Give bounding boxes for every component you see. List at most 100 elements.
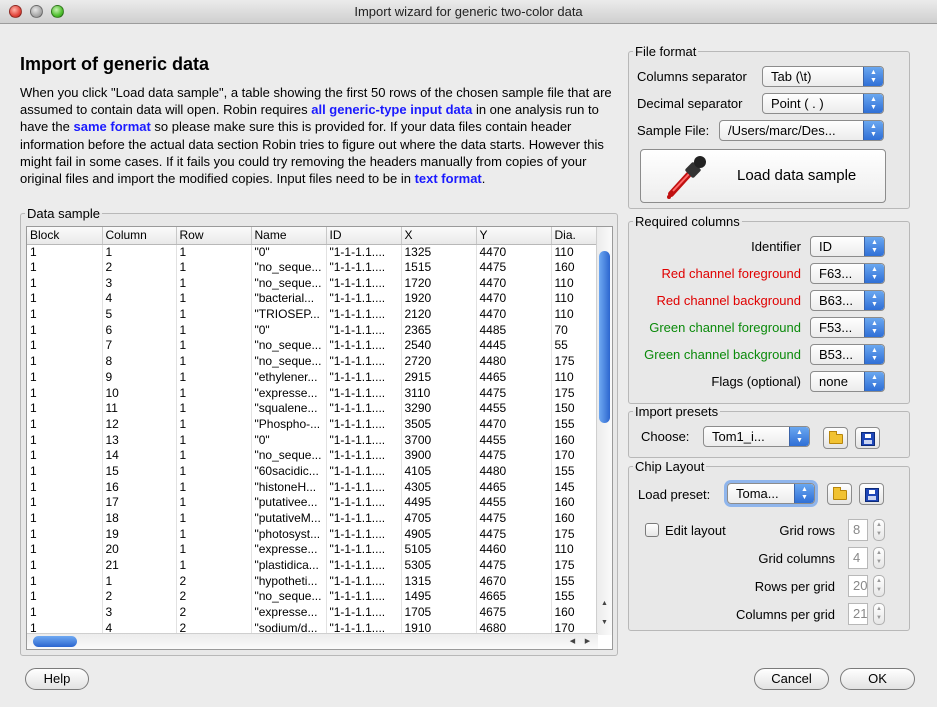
table-cell: 1 (27, 306, 103, 323)
table-cell: 155 (551, 416, 598, 433)
columns-per-grid-stepper[interactable]: ▲ ▼ (873, 603, 885, 625)
table-cell: "no_seque... (251, 447, 327, 464)
updown-arrows-icon: ▲ ▼ (864, 264, 884, 283)
file-format-legend: File format (635, 44, 697, 59)
table-cell: 1 (27, 463, 103, 480)
table-row[interactable]: 1 5 1 "TRIOSEP... "1-1-1.1.... 2120 4470 110 (27, 306, 598, 323)
save-chip-preset-button[interactable] (859, 483, 884, 505)
table-row[interactable]: 1 18 1 "putativeM... "1-1-1.1.... 4705 4475 160 (27, 510, 598, 527)
table-cell: 160 (551, 432, 598, 448)
decimal-separator-select[interactable]: Point ( . ) ▲ ▼ (762, 93, 884, 114)
column-header[interactable]: Name (251, 227, 327, 245)
table-cell: 7 (102, 338, 177, 354)
red-foreground-select[interactable]: F63... ▲ ▼ (810, 263, 885, 284)
table-row[interactable]: 1 8 1 "no_seque... "1-1-1.1.... 2720 4480 175 (27, 353, 598, 370)
table-cell: 21 (102, 557, 177, 574)
scroll-down-icon[interactable]: ▼ (597, 616, 612, 629)
close-window-icon[interactable] (9, 5, 22, 18)
table-row[interactable]: 1 19 1 "photosyst... "1-1-1.1.... 4905 4475 175 (27, 526, 598, 543)
chip-layout-legend: Chip Layout (635, 459, 705, 474)
grid-rows-field[interactable]: 8 (848, 519, 868, 541)
grid-columns-stepper[interactable]: ▲ ▼ (873, 547, 885, 569)
column-header[interactable]: Y (476, 227, 552, 245)
table-row[interactable]: 1 2 1 "no_seque... "1-1-1.1.... 1515 4475 160 (27, 259, 598, 276)
horizontal-scrollbar[interactable]: ◀ ▶ (27, 633, 598, 649)
cancel-button[interactable]: Cancel (754, 668, 829, 690)
grid-rows-stepper[interactable]: ▲ ▼ (873, 519, 885, 541)
select-value: Toma... (736, 486, 779, 501)
table-cell: "1-1-1.1.... (326, 495, 402, 511)
load-data-sample-button[interactable]: Load data sample (640, 149, 886, 203)
table-row[interactable]: 1 6 1 "0" "1-1-1.1.... 2365 4485 70 (27, 322, 598, 339)
table-cell: 3 (102, 604, 177, 621)
table-row[interactable]: 1 11 1 "squalene... "1-1-1.1.... 3290 4455 150 (27, 400, 598, 417)
open-preset-button[interactable] (823, 427, 848, 449)
green-foreground-select[interactable]: F53... ▲ ▼ (810, 317, 885, 338)
columns-per-grid-field[interactable]: 21 (848, 603, 868, 625)
table-row[interactable]: 1 16 1 "histoneH... "1-1-1.1.... 4305 4465 145 (27, 479, 598, 495)
columns-separator-select[interactable]: Tab (\t) ▲ ▼ (762, 66, 884, 87)
table-cell: 4470 (476, 244, 552, 260)
table-row[interactable]: 1 15 1 "60sacidic... "1-1-1.1.... 4105 4480 155 (27, 463, 598, 480)
rows-per-grid-stepper[interactable]: ▲ ▼ (873, 575, 885, 597)
table-row[interactable]: 1 17 1 "putativee... "1-1-1.1.... 4495 4455 160 (27, 495, 598, 511)
green-background-select[interactable]: B53... ▲ ▼ (810, 344, 885, 365)
flags-select[interactable]: none ▲ ▼ (810, 371, 885, 392)
horizontal-scroll-thumb[interactable] (33, 636, 77, 647)
sample-file-select[interactable]: /Users/marc/Des... ▲ ▼ (719, 120, 884, 141)
table-row[interactable]: 1 10 1 "expresse... "1-1-1.1.... 3110 4475 175 (27, 385, 598, 401)
vertical-scroll-thumb[interactable] (599, 251, 610, 423)
column-header[interactable]: Dia. (551, 227, 598, 245)
table-row[interactable]: 1 1 1 "0" "1-1-1.1.... 1325 4470 110 (27, 244, 598, 260)
table-cell: 170 (551, 447, 598, 464)
column-header[interactable]: X (401, 227, 477, 245)
scroll-right-icon[interactable]: ▶ (581, 634, 594, 649)
data-sample-table[interactable]: Block Column Row Name ID X Y Dia. 1 1 1 "0" "1-1-1.… (26, 226, 613, 650)
table-cell: 1 (27, 573, 103, 590)
chip-preset-select[interactable]: Toma... ▲ ▼ (727, 483, 815, 504)
column-header[interactable]: Row (176, 227, 252, 245)
scroll-left-icon[interactable]: ◀ (566, 634, 579, 649)
edit-layout-checkbox[interactable] (645, 523, 659, 537)
table-row[interactable]: 1 13 1 "0" "1-1-1.1.... 3700 4455 160 (27, 432, 598, 448)
help-button[interactable]: Help (25, 668, 89, 690)
table-cell: 11 (102, 400, 177, 417)
table-row[interactable]: 1 9 1 "ethylener... "1-1-1.1.... 2915 4465 110 (27, 369, 598, 386)
table-row[interactable]: 1 14 1 "no_seque... "1-1-1.1.... 3900 4475 170 (27, 447, 598, 464)
table-cell: "60sacidic... (251, 463, 327, 480)
folder-open-icon (829, 431, 843, 444)
table-row[interactable]: 1 3 2 "expresse... "1-1-1.1.... 1705 4675 160 (27, 604, 598, 621)
column-header[interactable]: Block (27, 227, 103, 245)
column-header[interactable]: Column (102, 227, 177, 245)
table-row[interactable]: 1 21 1 "plastidica... "1-1-1.1.... 5305 4475 17… (27, 557, 598, 574)
table-cell: 1 (102, 244, 177, 260)
rows-per-grid-field[interactable]: 20 (848, 575, 868, 597)
table-cell: 2 (176, 573, 252, 590)
vertical-scrollbar[interactable]: ▲ ▼ (596, 227, 612, 635)
intro-highlight: same format (73, 119, 151, 135)
grid-columns-field[interactable]: 4 (848, 547, 868, 569)
red-background-select[interactable]: B63... ▲ ▼ (810, 290, 885, 311)
table-cell: 110 (551, 542, 598, 558)
open-chip-preset-button[interactable] (827, 483, 852, 505)
table-cell: "1-1-1.1.... (326, 447, 402, 464)
table-cell: 4455 (476, 495, 552, 511)
import-preset-select[interactable]: Tom1_i... ▲ ▼ (703, 426, 810, 447)
scroll-up-icon[interactable]: ▲ (597, 597, 612, 610)
identifier-select[interactable]: ID ▲ ▼ (810, 236, 885, 257)
table-row[interactable]: 1 12 1 "Phospho-... "1-1-1.1.... 3505 4470 155 (27, 416, 598, 433)
table-row[interactable]: 1 4 1 "bacterial... "1-1-1.1.... 1920 4470 110 (27, 291, 598, 307)
save-preset-button[interactable] (855, 427, 880, 449)
minimize-window-icon[interactable] (30, 5, 43, 18)
table-row[interactable]: 1 3 1 "no_seque... "1-1-1.1.... 1720 4470 110 (27, 275, 598, 292)
table-row[interactable]: 1 1 2 "hypotheti... "1-1-1.1.... 1315 4670 155 (27, 573, 598, 590)
updown-arrows-icon: ▲ ▼ (864, 372, 884, 391)
ok-button[interactable]: OK (840, 668, 915, 690)
zoom-window-icon[interactable] (51, 5, 64, 18)
table-cell: 110 (551, 306, 598, 323)
table-row[interactable]: 1 20 1 "expresse... "1-1-1.1.... 5105 4460 110 (27, 542, 598, 558)
table-cell: 160 (551, 495, 598, 511)
table-row[interactable]: 1 7 1 "no_seque... "1-1-1.1.... 2540 4445 55 (27, 338, 598, 354)
column-header[interactable]: ID (326, 227, 402, 245)
table-row[interactable]: 1 2 2 "no_seque... "1-1-1.1.... 1495 4665 155 (27, 589, 598, 605)
